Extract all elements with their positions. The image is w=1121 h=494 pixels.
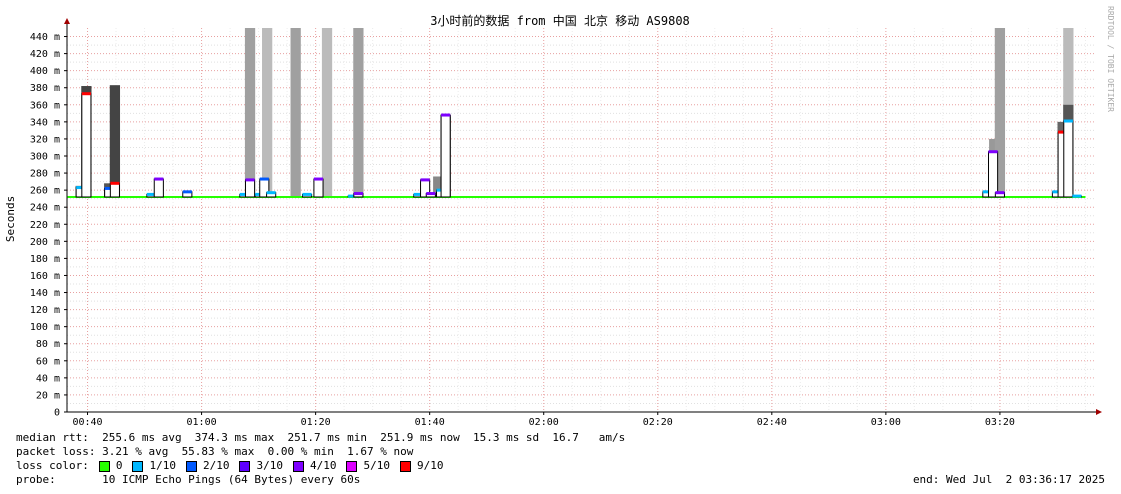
x-tick-label: 02:40 <box>757 417 787 428</box>
y-tick-label: 440 m <box>30 32 60 43</box>
median-point <box>313 177 324 181</box>
y-tick-label: 80 m <box>36 339 60 350</box>
median-point <box>1063 119 1073 123</box>
median-point <box>266 191 276 195</box>
y-tick-label: 420 m <box>30 49 60 60</box>
y-tick-label: 300 m <box>30 152 60 163</box>
y-tick-label: 340 m <box>30 117 60 128</box>
median-point <box>353 192 363 196</box>
x-tick-label: 01:00 <box>187 417 217 428</box>
y-tick-label: 320 m <box>30 134 60 145</box>
x-tick-label: 02:00 <box>529 417 559 428</box>
end-time: end: Wed Jul 2 03:36:17 2025 <box>912 473 1105 486</box>
median-point <box>154 177 164 181</box>
y-tick-label: 240 m <box>30 203 60 214</box>
y-tick-label: 260 m <box>30 186 60 197</box>
median-spike <box>244 179 256 198</box>
median-point <box>245 178 255 182</box>
median-spike <box>1063 120 1074 198</box>
legend-swatch <box>346 460 358 472</box>
x-tick-label: 01:20 <box>301 417 331 428</box>
y-tick-label: 200 m <box>30 237 60 248</box>
probe-info: probe: 10 ICMP Echo Pings (64 Bytes) eve… <box>16 473 361 486</box>
legend-label: 1/10 <box>149 459 176 472</box>
y-tick-label: 280 m <box>30 169 60 180</box>
legend-items: 0 1/10 2/10 3/10 4/10 5/10 9/10 <box>89 459 444 473</box>
median-point <box>988 150 998 154</box>
legend-label: 0 <box>115 459 123 472</box>
y-tick-label: 400 m <box>30 66 60 77</box>
smoke-column <box>321 28 333 197</box>
y-tick-label: 140 m <box>30 288 60 299</box>
legend-label: 5/10 <box>363 459 390 472</box>
median-point <box>420 178 430 182</box>
y-tick-label: 120 m <box>30 305 60 316</box>
y-axis-label: Seconds <box>4 196 17 242</box>
y-tick-label: 160 m <box>30 271 60 282</box>
x-tick-label: 03:20 <box>985 417 1015 428</box>
y-tick-label: 40 m <box>36 373 60 384</box>
y-tick-label: 360 m <box>30 100 60 111</box>
legend-swatch <box>399 460 411 472</box>
legend-swatch <box>239 460 251 472</box>
median-spike <box>109 182 120 198</box>
y-tick-label: 100 m <box>30 322 60 333</box>
median-point <box>426 192 436 196</box>
smoke-column <box>244 28 256 197</box>
median-spike <box>440 114 451 198</box>
legend-label: 4/10 <box>309 459 337 472</box>
y-tick-label: 60 m <box>36 356 60 367</box>
median-spike <box>313 178 324 198</box>
x-tick-label: 01:40 <box>415 417 445 428</box>
x-tick-label: 03:00 <box>871 417 901 428</box>
median-point <box>81 92 91 96</box>
median-point <box>110 181 120 185</box>
legend-label: 2/10 <box>202 459 230 472</box>
smoke-column <box>109 85 121 197</box>
rrdtool-watermark: RRDTOOL / TOBI OETIKER <box>1106 6 1115 112</box>
legend-swatch <box>185 460 197 472</box>
chart-title: 3小时前的数据 from 中国 北京 移动 AS9808 <box>430 13 690 28</box>
y-tick-label: 20 m <box>36 390 60 401</box>
loss-color-label: loss color: <box>16 459 89 472</box>
median-spike <box>153 178 164 198</box>
y-tick-label: 380 m <box>30 83 60 94</box>
median-point <box>441 113 451 117</box>
latency-chart: 0 20 m 40 m 60 m 80 m 100 m 120 m 140 m 160 m 180… <box>4 6 1115 428</box>
y-tick-label: 220 m <box>30 220 60 231</box>
legend-swatch <box>132 460 144 472</box>
smoke-column <box>353 28 364 197</box>
loss-stats: packet loss: 3.21 % avg 55.83 % max 0.00… <box>16 445 414 458</box>
legend-label: 3/10 <box>256 459 283 472</box>
rtt-stats: median rtt: 255.6 ms avg 374.3 ms max 25… <box>16 431 626 444</box>
loss-color-legend: loss color: 0 1/10 2/10 3/10 4/10 5/10 9/10 <box>16 459 443 473</box>
median-point <box>1072 194 1082 198</box>
smoke-column <box>262 28 273 197</box>
median-point <box>182 190 192 194</box>
median-spike <box>81 93 92 198</box>
y-tick-label: 0 <box>54 408 60 419</box>
x-axis-arrow <box>1096 409 1102 415</box>
median-spike <box>988 151 999 198</box>
y-axis-arrow <box>64 18 70 24</box>
smoke-column <box>290 28 301 197</box>
median-point <box>995 191 1005 195</box>
legend-label: 9/10 <box>416 459 444 472</box>
x-tick-label: 02:20 <box>643 417 673 428</box>
median-point <box>259 177 269 181</box>
grid-layer <box>67 28 1094 412</box>
y-tick-label: 180 m <box>30 254 60 265</box>
legend-swatch <box>292 460 304 472</box>
median-point <box>302 192 312 196</box>
legend-swatch <box>98 460 110 472</box>
x-tick-label: 00:40 <box>72 417 102 428</box>
